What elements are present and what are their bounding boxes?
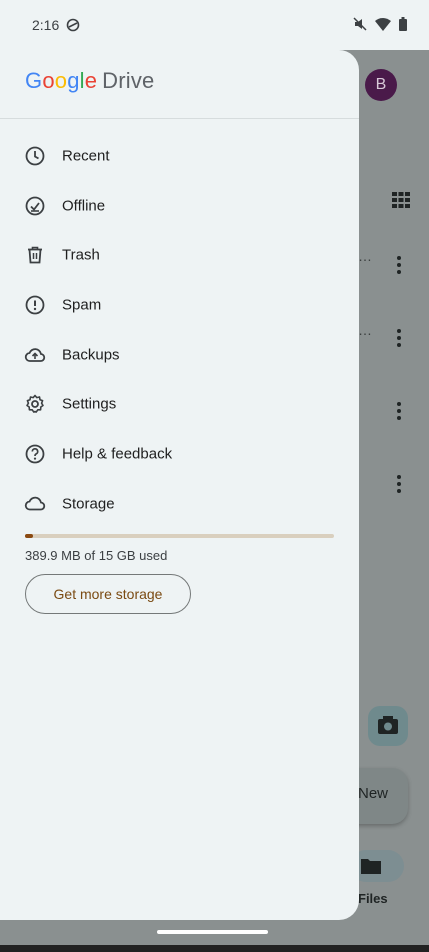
cloud-upload-icon <box>24 344 46 366</box>
drawer-item-label: Spam <box>62 296 102 314</box>
drawer-item-label: Offline <box>62 197 106 215</box>
help-icon <box>24 443 46 465</box>
drawer-item-label: Settings <box>62 395 117 413</box>
wifi-icon <box>375 17 391 36</box>
camera-icon <box>378 716 398 734</box>
trash-icon <box>24 244 46 266</box>
storage-progress-fill <box>25 534 34 538</box>
navigation-drawer: Google Drive Recent Offline Trash Spam Ba… <box>0 50 359 920</box>
offline-check-icon <box>24 195 46 217</box>
gear-icon <box>24 393 46 415</box>
bottom-edge <box>0 945 429 952</box>
battery-icon <box>399 17 407 36</box>
more-options-icon[interactable] <box>396 402 402 425</box>
drawer-item-help-feedback[interactable]: Help & feedback <box>0 429 359 479</box>
spam-icon <box>24 294 46 316</box>
new-button-label: New <box>358 785 389 802</box>
mute-icon <box>353 17 367 36</box>
account-avatar[interactable]: B <box>365 69 397 101</box>
logo-drive-text: Drive <box>102 68 155 93</box>
drawer-item-offline[interactable]: Offline <box>0 181 359 231</box>
drawer-item-label: Trash <box>62 246 100 264</box>
files-tab-label[interactable]: Files <box>358 891 388 906</box>
drawer-nav-list: Recent Offline Trash Spam Backups Settin… <box>0 131 359 529</box>
status-bar: 2:16 <box>0 0 429 50</box>
truncation-ellipsis: … <box>358 322 372 338</box>
drawer-item-label: Recent <box>62 147 110 165</box>
storage-usage-text: 389.9 MB of 15 GB used <box>25 548 168 563</box>
more-options-icon[interactable] <box>396 475 402 498</box>
status-time: 2:16 <box>32 17 60 33</box>
scan-camera-button[interactable] <box>368 706 408 746</box>
drawer-item-recent[interactable]: Recent <box>0 131 359 181</box>
drawer-item-settings[interactable]: Settings <box>0 379 359 429</box>
drawer-item-label: Help & feedback <box>62 445 173 463</box>
drawer-item-spam[interactable]: Spam <box>0 280 359 330</box>
drawer-item-trash[interactable]: Trash <box>0 230 359 280</box>
truncation-ellipsis: … <box>358 248 372 264</box>
clock-icon <box>24 145 46 167</box>
drawer-item-backups[interactable]: Backups <box>0 330 359 380</box>
drawer-item-storage[interactable]: Storage <box>0 479 359 529</box>
grid-view-icon[interactable] <box>392 192 410 213</box>
gesture-nav-handle[interactable] <box>157 930 268 934</box>
storage-progress-bar <box>25 534 334 538</box>
more-options-icon[interactable] <box>396 329 402 352</box>
drawer-header: Google Drive <box>0 50 359 119</box>
get-more-storage-button[interactable]: Get more storage <box>25 574 191 614</box>
sync-icon <box>66 18 80 37</box>
cloud-icon <box>24 493 46 515</box>
drawer-item-label: Backups <box>62 346 120 364</box>
drawer-item-label: Storage <box>62 495 115 513</box>
google-drive-logo: Google Drive <box>25 68 155 93</box>
more-options-icon[interactable] <box>396 256 402 279</box>
